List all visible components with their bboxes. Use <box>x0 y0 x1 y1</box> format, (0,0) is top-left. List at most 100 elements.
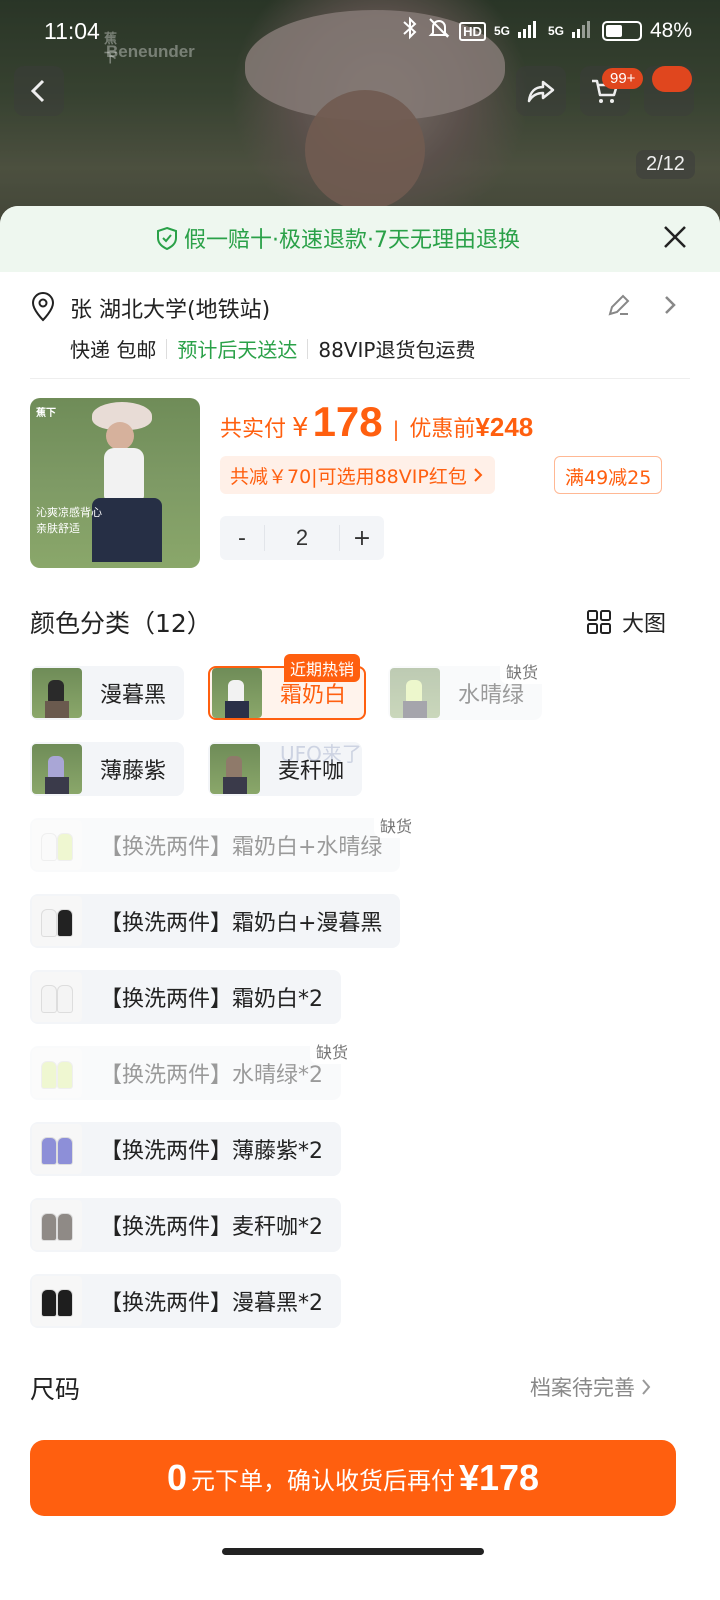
option-thumbnail <box>32 896 82 946</box>
paid-label: 共实付 <box>220 417 287 442</box>
thumb-face-shape <box>106 422 134 450</box>
pack-option-white-green[interactable]: 【换洗两件】霜奶白+水晴绿 <box>30 818 401 872</box>
sold-out-badge: 缺货 <box>374 812 419 838</box>
option-thumbnail <box>32 668 82 718</box>
home-indicator[interactable] <box>222 1548 484 1555</box>
option-thumbnail <box>390 668 440 718</box>
quantity-value[interactable]: 2 <box>264 525 340 551</box>
price-separator: | <box>392 417 400 441</box>
thumb-slogan-1: 沁爽凉感背心 <box>36 506 102 519</box>
pack-option-black-x2[interactable]: 【换洗两件】漫暮黑*2 <box>30 1274 341 1328</box>
option-thumbnail <box>212 668 262 718</box>
signal-bars-icon <box>517 18 540 44</box>
option-label: 【换洗两件】霜奶白+漫暮黑 <box>100 911 383 936</box>
option-thumbnail <box>32 1048 82 1098</box>
option-label: 薄藤紫 <box>100 759 167 784</box>
address-line: 张 湖北大学(地铁站) <box>70 298 271 323</box>
thumb-slogan-2: 亲肤舒适 <box>36 522 80 535</box>
size-profile-label: 档案待完善 <box>530 1376 635 1400</box>
thumb-skirt-shape <box>92 498 162 562</box>
hd-badge: HD <box>459 21 486 41</box>
big-view-toggle[interactable]: 大图 <box>586 606 666 638</box>
status-time: 11:04 <box>44 18 100 44</box>
quantity-stepper: - 2 + <box>220 516 384 560</box>
image-index-indicator: 2/12 <box>636 150 695 179</box>
decrease-button[interactable]: - <box>220 526 264 551</box>
pack-option-khaki-x2[interactable]: 【换洗两件】麦秆咖*2 <box>30 1198 341 1252</box>
mute-bell-icon <box>427 16 451 46</box>
guarantee-text: 假一赔十·极速退款·7天无理由退换 <box>184 228 520 253</box>
delivery-estimate: 预计后天送达 <box>177 338 298 362</box>
location-pin-icon <box>31 292 55 322</box>
cta-zero: 0 <box>166 1457 187 1498</box>
option-thumbnail <box>32 972 82 1022</box>
battery-icon <box>601 21 642 41</box>
color-section-title: 颜色分类（12） <box>30 609 212 638</box>
price-row: 共实付 ¥ 178 | 优惠前 ¥248 <box>220 398 533 446</box>
paid-amount: 178 <box>312 398 383 445</box>
close-icon <box>664 226 686 248</box>
bluetooth-icon <box>401 16 419 46</box>
brand-watermark-en: Beneunder <box>106 42 195 61</box>
share-icon <box>527 80 555 103</box>
section-divider <box>30 378 690 379</box>
guarantee-banner: 假一赔十·极速退款·7天无理由退换 <box>0 206 720 272</box>
chevron-left-icon <box>30 79 45 103</box>
chevron-right-icon[interactable] <box>660 294 680 316</box>
shipping-method: 快递 包邮 <box>70 338 157 362</box>
option-label: 【换洗两件】薄藤紫*2 <box>100 1139 323 1164</box>
chevron-right-icon <box>642 1379 651 1395</box>
cta-text: 元下单，确认收货后再付 <box>190 1466 455 1495</box>
hot-sale-badge: 近期热销 <box>284 654 361 682</box>
cta-amount: ¥178 <box>458 1457 540 1498</box>
close-button[interactable] <box>660 222 690 256</box>
watermark-text: UFO来了 <box>280 742 362 766</box>
option-label: 【换洗两件】水晴绿*2 <box>100 1063 323 1088</box>
currency-symbol: ¥ <box>292 413 309 443</box>
chevron-right-icon <box>474 468 483 482</box>
share-button[interactable] <box>516 66 566 116</box>
discount-text: 共减￥70|可选用88VIP红包 <box>230 465 467 488</box>
thumb-brand-logo: 蕉下 <box>36 408 56 419</box>
color-option-lilac[interactable]: 薄藤紫 <box>30 742 185 796</box>
product-thumbnail[interactable]: 蕉下 沁爽凉感背心 亲肤舒适 <box>30 398 200 568</box>
discount-details[interactable]: 共减￥70|可选用88VIP红包 <box>220 456 495 494</box>
grid-icon <box>587 610 611 634</box>
before-discount-amount: ¥248 <box>475 412 534 442</box>
signal-bars-icon-2 <box>571 18 594 44</box>
vip-return-shipping: 88VIP退货包运费 <box>318 338 476 362</box>
divider-line <box>166 338 168 359</box>
signal-5g-1: 5G <box>493 24 510 38</box>
option-thumbnail <box>32 820 82 870</box>
option-label: 【换洗两件】霜奶白+水晴绿 <box>100 835 383 860</box>
pack-option-lilac-x2[interactable]: 【换洗两件】薄藤紫*2 <box>30 1122 341 1176</box>
sku-selection-sheet: 假一赔十·极速退款·7天无理由退换 张 湖北大学(地铁站) 快递 包邮 预计后天… <box>0 206 720 1600</box>
increase-button[interactable]: + <box>340 526 384 551</box>
pack-option-white-x2[interactable]: 【换洗两件】霜奶白*2 <box>30 970 341 1024</box>
sold-out-badge: 缺货 <box>310 1038 355 1064</box>
thumb-top-shape <box>104 448 144 500</box>
shield-check-icon <box>157 226 177 250</box>
size-profile-link[interactable]: 档案待完善 <box>530 1372 653 1402</box>
signal-5g-2: 5G <box>547 24 564 38</box>
edit-pencil-icon[interactable] <box>606 292 632 318</box>
option-thumbnail <box>32 1124 82 1174</box>
option-label: 漫暮黑 <box>100 683 167 708</box>
color-option-black[interactable]: 漫暮黑 <box>30 666 185 720</box>
cart-count-badge: 99+ <box>602 68 644 89</box>
battery-percent: 48% <box>649 19 692 42</box>
more-notification-dot <box>652 66 692 92</box>
option-label: 【换洗两件】漫暮黑*2 <box>100 1291 323 1316</box>
size-section-title: 尺码 <box>30 1375 81 1404</box>
pack-option-green-x2[interactable]: 【换洗两件】水晴绿*2 <box>30 1046 341 1100</box>
place-order-button[interactable]: 0 元下单，确认收货后再付 ¥178 <box>30 1440 676 1516</box>
option-thumbnail <box>210 744 260 794</box>
coupon-badge[interactable]: 满49减25 <box>554 456 663 494</box>
status-bar: 蕉下 Beneunder 11:04 HD 5G 5G 48% <box>0 14 720 65</box>
before-discount-label: 优惠前 <box>409 417 476 442</box>
back-button[interactable] <box>14 66 64 116</box>
pack-option-white-black[interactable]: 【换洗两件】霜奶白+漫暮黑 <box>30 894 401 948</box>
option-label: 【换洗两件】霜奶白*2 <box>100 987 323 1012</box>
option-label: 【换洗两件】麦秆咖*2 <box>100 1215 323 1240</box>
sold-out-badge: 缺货 <box>500 658 545 684</box>
